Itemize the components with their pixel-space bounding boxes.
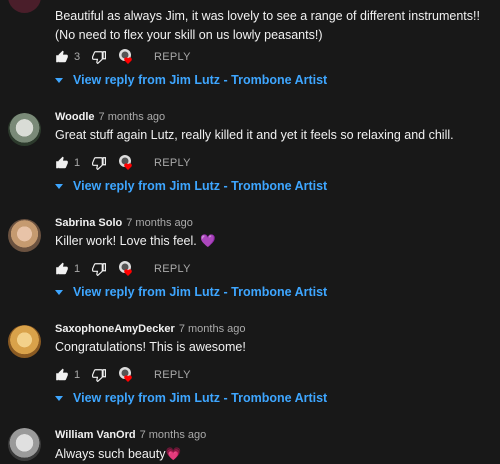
comment-header: William VanOrd 7 months ago: [55, 429, 206, 441]
thumbs-up-icon[interactable]: [55, 262, 69, 276]
creator-heart-icon: [118, 48, 136, 66]
like-count: 1: [74, 157, 81, 169]
reply-button[interactable]: REPLY: [154, 369, 191, 381]
thumbs-down-icon[interactable]: [92, 156, 106, 170]
comment-header: SaxophoneAmyDecker 7 months ago: [55, 323, 245, 335]
creator-heart-icon: [118, 154, 136, 172]
thumbs-down-icon[interactable]: [92, 262, 106, 276]
view-replies-label: View reply from Jim Lutz - Trombone Arti…: [73, 285, 328, 299]
avatar[interactable]: [8, 0, 41, 13]
comment-text: Congratulations! This is awesome!: [55, 340, 246, 354]
author-name[interactable]: Sabrina Solo: [55, 217, 122, 229]
caret-down-icon: [55, 183, 63, 189]
view-replies-label: View reply from Jim Lutz - Trombone Arti…: [73, 179, 328, 193]
like-count: 3: [74, 51, 81, 63]
comment-text: Killer work! Love this feel. 💜: [55, 234, 216, 248]
caret-down-icon: [55, 289, 63, 295]
comment-time[interactable]: 7 months ago: [140, 429, 207, 441]
avatar[interactable]: [8, 325, 41, 358]
author-name[interactable]: SaxophoneAmyDecker: [55, 323, 175, 335]
comment-actions: 3 REPLY: [55, 49, 191, 65]
creator-heart-icon: [118, 260, 136, 278]
reply-button[interactable]: REPLY: [154, 51, 191, 63]
thumbs-down-icon[interactable]: [92, 368, 106, 382]
view-replies-label: View reply from Jim Lutz - Trombone Arti…: [73, 391, 328, 405]
avatar[interactable]: [8, 428, 41, 461]
creator-heart-icon: [118, 366, 136, 384]
like-count: 1: [74, 369, 81, 381]
thumbs-down-icon[interactable]: [92, 50, 106, 64]
thumbs-up-icon[interactable]: [55, 368, 69, 382]
comment-header: Woodle 7 months ago: [55, 111, 165, 123]
view-replies-button[interactable]: View reply from Jim Lutz - Trombone Arti…: [55, 73, 327, 87]
caret-down-icon: [55, 77, 63, 83]
comment-text: Always such beauty💗: [55, 447, 182, 461]
reply-button[interactable]: REPLY: [154, 157, 191, 169]
comment-actions: 1 REPLY: [55, 261, 191, 277]
thumbs-up-icon[interactable]: [55, 156, 69, 170]
comment-text: Beautiful as always Jim, it was lovely t…: [55, 9, 480, 42]
avatar[interactable]: [8, 219, 41, 252]
avatar[interactable]: [8, 113, 41, 146]
comment-actions: 1 REPLY: [55, 155, 191, 171]
comment-time[interactable]: 7 months ago: [99, 111, 166, 123]
author-name[interactable]: William VanOrd: [55, 429, 136, 441]
comment-time[interactable]: 7 months ago: [179, 323, 246, 335]
like-count: 1: [74, 263, 81, 275]
thumbs-up-icon[interactable]: [55, 50, 69, 64]
comment-text: Great stuff again Lutz, really killed it…: [55, 128, 454, 142]
comment-time[interactable]: 7 months ago: [126, 217, 193, 229]
view-replies-button[interactable]: View reply from Jim Lutz - Trombone Arti…: [55, 391, 327, 405]
view-replies-button[interactable]: View reply from Jim Lutz - Trombone Arti…: [55, 179, 327, 193]
author-name[interactable]: Woodle: [55, 111, 95, 123]
view-replies-label: View reply from Jim Lutz - Trombone Arti…: [73, 73, 328, 87]
comment-header: Sabrina Solo 7 months ago: [55, 217, 193, 229]
comment-actions: 1 REPLY: [55, 367, 191, 383]
view-replies-button[interactable]: View reply from Jim Lutz - Trombone Arti…: [55, 285, 327, 299]
reply-button[interactable]: REPLY: [154, 263, 191, 275]
caret-down-icon: [55, 395, 63, 401]
